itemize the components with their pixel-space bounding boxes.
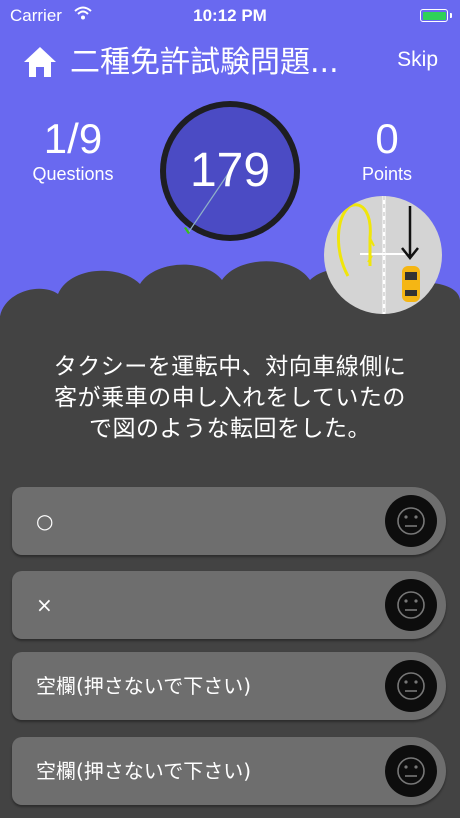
question-diagram [324,196,442,314]
answer-option-1[interactable]: ○ [12,487,446,555]
home-icon[interactable] [22,44,58,80]
questions-label: Questions [32,164,114,184]
neutral-face-icon [385,579,437,631]
skip-button[interactable]: Skip [397,48,438,72]
points-label: Points [361,164,413,184]
question-text: タクシーを運転中、対向車線側に 客が乗車の申し入れをしていたの で図のような転回… [20,352,440,445]
question-line: タクシーを運転中、対向車線側に [53,354,407,380]
answer-label: 空欄(押さないで下さい) [36,759,252,783]
neutral-face-icon [385,660,437,712]
answer-label: × [36,593,53,617]
app-title: 二種免許試験問題... [70,45,339,80]
timer-value: 179 [189,144,271,197]
question-line: で図のような転回をした。 [89,416,371,442]
answer-option-2[interactable]: × [12,571,446,639]
question-counter: 1/9 Questions [18,116,128,185]
question-progress: 1/9 [43,115,103,162]
question-line: 客が乗車の申し入れをしていたの [54,385,406,411]
points-value: 0 [375,115,399,162]
neutral-face-icon [385,745,437,797]
status-bar: Carrier 10:12 PM [0,0,460,32]
battery-icon [420,9,452,22]
neutral-face-icon [385,495,437,547]
answer-option-4[interactable]: 空欄(押さないで下さい) [12,737,446,805]
answer-option-3[interactable]: 空欄(押さないで下さい) [12,652,446,720]
answer-label: 空欄(押さないで下さい) [36,674,252,698]
clock: 10:12 PM [193,6,267,25]
points-counter: 0 Points [332,116,442,185]
answer-label: ○ [36,509,54,533]
